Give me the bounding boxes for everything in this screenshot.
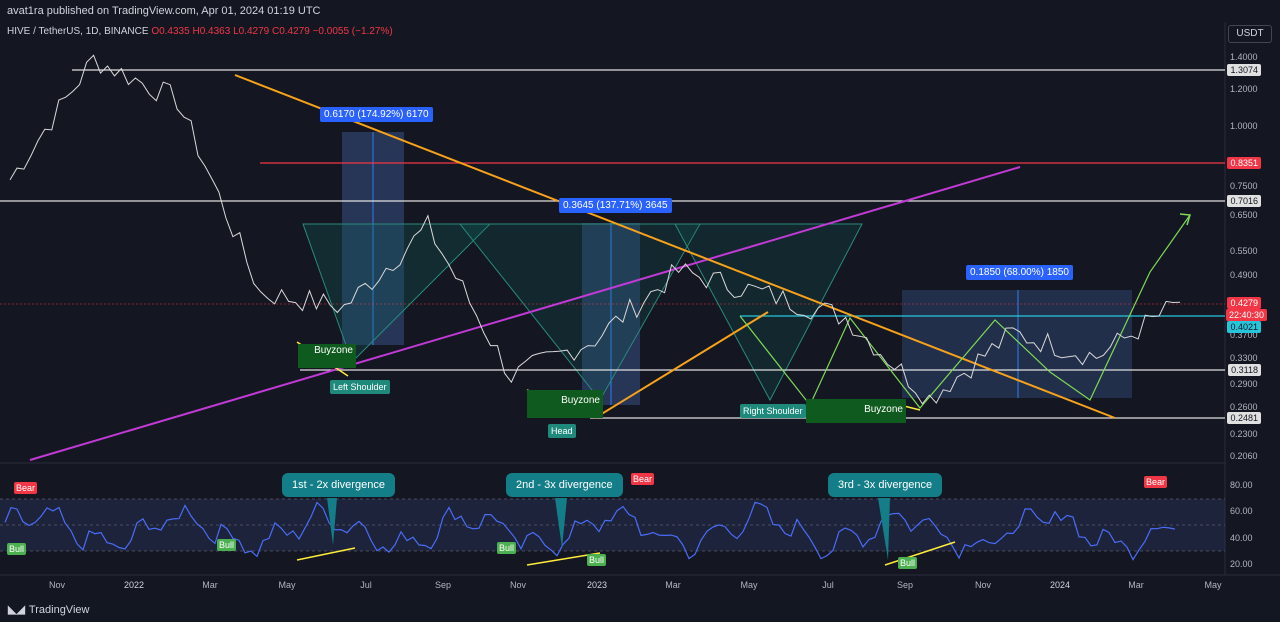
measure-label-1: 0.6170 (174.92%) 6170 xyxy=(320,107,433,122)
bear-tag: Bear xyxy=(631,473,655,485)
close-value: C0.4279 xyxy=(272,26,310,37)
right-shoulder-tag: Right Shoulder xyxy=(740,404,806,418)
bull-tag: Bull xyxy=(497,542,517,554)
footer-bar: ◣◢ TradingView xyxy=(0,598,1280,622)
bull-tag: Bull xyxy=(898,557,918,569)
left-shoulder-tag: Left Shoulder xyxy=(330,380,390,394)
bull-tag: Bull xyxy=(217,539,237,551)
price-tick: 1.2000 xyxy=(1230,84,1258,94)
x-tick: 2023 xyxy=(586,580,608,590)
level-label-4: 0.4021 xyxy=(1227,321,1261,333)
countdown-label: 22:40:30 xyxy=(1225,309,1267,321)
x-tick: Mar xyxy=(202,580,218,590)
rsi-tick: 60.00 xyxy=(1230,506,1253,516)
x-tick: Nov xyxy=(48,580,66,590)
price-tick: 0.4900 xyxy=(1230,270,1258,280)
brand-label: TradingView xyxy=(28,603,90,616)
level-label-2: 0.8351 xyxy=(1227,157,1261,169)
price-tick: 0.2900 xyxy=(1230,379,1258,389)
x-tick: May xyxy=(740,580,758,590)
rsi-tick: 80.00 xyxy=(1230,480,1253,490)
buyzone-2: Buyzone xyxy=(527,390,603,418)
x-tick: Nov xyxy=(974,580,992,590)
x-tick: Sep xyxy=(896,580,914,590)
price-tick: 1.0000 xyxy=(1230,121,1258,131)
x-tick: May xyxy=(278,580,296,590)
x-tick: Jul xyxy=(822,580,834,590)
divergence-bubble-1: 1st - 2x divergence xyxy=(282,473,395,497)
measure-label-2: 0.3645 (137.71%) 3645 xyxy=(559,198,672,213)
published-text: avat1ra published on TradingView.com, Ap… xyxy=(7,5,321,17)
x-tick: Jul xyxy=(360,580,372,590)
x-tick: May xyxy=(1204,580,1222,590)
symbol-label: HIVE / TetherUS, 1D, BINANCE xyxy=(7,26,149,37)
open-value: O0.4335 xyxy=(151,26,190,37)
price-tick: 0.7500 xyxy=(1230,181,1258,191)
price-tick: 0.5500 xyxy=(1230,246,1258,256)
buyzone-3: Buyzone xyxy=(806,399,906,423)
rsi-tick: 40.00 xyxy=(1230,533,1253,543)
divergence-bubble-2: 2nd - 3x divergence xyxy=(506,473,623,497)
tradingview-logo[interactable]: ◣◢ TradingView xyxy=(8,603,90,617)
change-value: −0.0055 (−1.27%) xyxy=(312,26,393,37)
level-label-5: 0.3118 xyxy=(1228,364,1261,376)
x-tick: 2022 xyxy=(123,580,145,590)
low-value: L0.4279 xyxy=(233,26,270,37)
divergence-bubble-3: 3rd - 3x divergence xyxy=(828,473,943,497)
price-tick: 0.3300 xyxy=(1230,353,1258,363)
publisher-bar: avat1ra published on TradingView.com, Ap… xyxy=(0,0,1280,22)
bear-tag: Bear xyxy=(1144,476,1168,488)
price-tick: 0.2300 xyxy=(1230,429,1258,439)
x-tick: 2024 xyxy=(1049,580,1071,590)
rsi-tick: 20.00 xyxy=(1230,559,1253,569)
buyzone-1: Buyzone xyxy=(298,344,356,368)
x-tick: Sep xyxy=(434,580,452,590)
price-tick: 0.2060 xyxy=(1230,451,1258,461)
last-price-label: 0.4279 xyxy=(1227,297,1261,309)
measure-label-3: 0.1850 (68.00%) 1850 xyxy=(966,265,1073,280)
symbol-legend: HIVE / TetherUS, 1D, BINANCE O0.4335 H0.… xyxy=(7,26,393,37)
price-chart[interactable] xyxy=(0,0,1280,622)
x-tick: Nov xyxy=(509,580,527,590)
measure-box-3 xyxy=(902,290,1132,398)
x-tick: Mar xyxy=(665,580,681,590)
level-label-6: 0.2481 xyxy=(1227,412,1261,424)
x-tick: Mar xyxy=(1128,580,1144,590)
price-tick: 0.2600 xyxy=(1230,402,1258,412)
bull-tag: Bull xyxy=(587,554,607,566)
bull-tag: Bull xyxy=(7,543,27,555)
tv-logo-icon: ◣◢ xyxy=(8,604,25,616)
level-label-3: 0.7016 xyxy=(1227,195,1261,207)
head-tag: Head xyxy=(548,424,576,438)
bear-tag: Bear xyxy=(14,482,38,494)
currency-button[interactable]: USDT xyxy=(1228,25,1272,43)
high-value: H0.4363 xyxy=(192,26,231,37)
price-tick: 1.4000 xyxy=(1230,52,1258,62)
level-label-1: 1.3074 xyxy=(1227,64,1261,76)
price-tick: 0.6500 xyxy=(1230,210,1258,220)
